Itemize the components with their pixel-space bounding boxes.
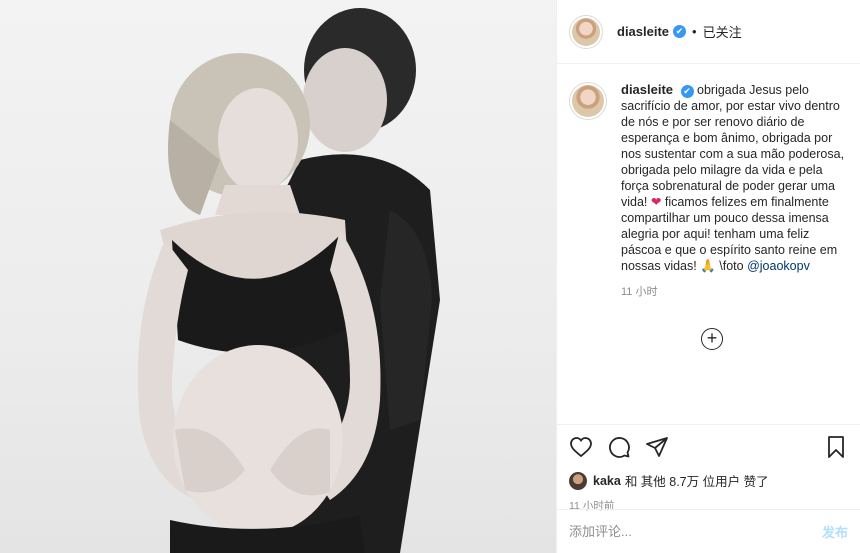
likes-summary: kaka 和 其他 8.7万 位用户 赞了 [569,471,848,490]
post-photo[interactable] [0,0,556,553]
comment-input[interactable] [569,524,822,539]
bookmark-icon[interactable] [824,435,848,464]
caption-verified-badge-icon: ✔ [680,85,694,98]
share-icon[interactable] [645,435,669,464]
instagram-post: diasleite ✔ • 已关注 diasleite ✔ obrigada J… [0,0,860,553]
heart-icon[interactable] [569,435,593,464]
post-side-panel: diasleite ✔ • 已关注 diasleite ✔ obrigada J… [556,0,860,553]
header-username[interactable]: diasleite [617,24,669,39]
liker-username[interactable]: kaka [593,474,621,488]
post-comment-button[interactable]: 发布 [822,522,848,541]
follow-status-button[interactable]: 已关注 [703,22,742,41]
profile-avatar[interactable] [569,14,603,49]
header-separator: • [692,24,697,39]
mention-link[interactable]: @joaokopv [747,259,810,273]
action-icons [569,433,848,465]
liker-avatar[interactable] [569,471,587,490]
load-more-comments-button[interactable]: + [701,328,723,350]
post-header: diasleite ✔ • 已关注 [557,0,860,64]
comment-icon[interactable] [607,435,631,464]
comment-box: 发布 [557,509,860,553]
caption-time: 11 小时 [621,286,658,298]
likes-text[interactable]: 和 其他 8.7万 位用户 赞了 [625,471,769,490]
post-actions: kaka 和 其他 8.7万 位用户 赞了 11 小时前 发布 [557,424,860,553]
verified-badge-icon: ✔ [673,25,687,38]
caption-text-part1: obrigada Jesus pelo sacrifício de amor, … [621,83,845,209]
heart-emoji: ❤ [650,195,662,209]
prayer-emoji: 🙏 [700,259,716,273]
caption-username[interactable]: diasleite [621,82,673,97]
caption-body: diasleite ✔ obrigada Jesus pelo sacrifíc… [621,82,848,300]
couple-photo-illustration [137,8,440,553]
comments-area: diasleite ✔ obrigada Jesus pelo sacrifíc… [557,64,860,424]
photo-credit: \foto [719,259,744,273]
caption-avatar[interactable] [569,82,607,120]
caption: diasleite ✔ obrigada Jesus pelo sacrifíc… [569,82,848,300]
